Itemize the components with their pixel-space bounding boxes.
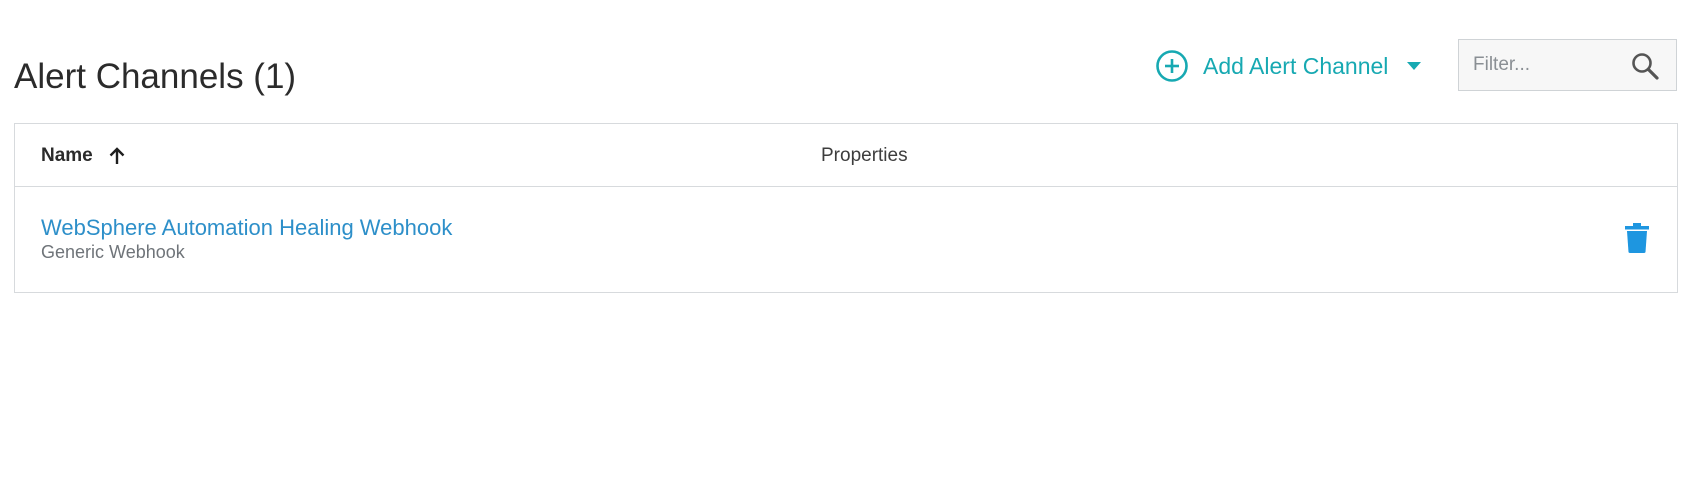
alert-channels-table: Name Properties WebSphere Automation Hea… [14,123,1678,293]
add-alert-channel-button[interactable]: Add Alert Channel [1155,46,1422,86]
plus-circle-icon [1156,50,1188,82]
arrow-up-icon [109,146,125,164]
caret-down-icon[interactable] [1406,61,1422,71]
search-icon[interactable] [1630,51,1660,81]
filter-box [1458,39,1677,91]
page-title: Alert Channels (1) [14,57,297,96]
channel-name-link[interactable]: WebSphere Automation Healing Webhook [41,215,452,241]
table-row: WebSphere Automation Healing Webhook Gen… [15,187,1677,292]
trash-icon[interactable] [1625,223,1649,253]
alert-channels-page: Alert Channels (1) Add Alert Channel Nam… [0,0,1704,482]
channel-type: Generic Webhook [41,242,185,262]
column-header-name[interactable]: Name [41,124,127,187]
add-alert-channel-label: Add Alert Channel [1203,52,1389,79]
table-header: Name Properties [15,124,1677,187]
filter-input[interactable] [1459,40,1629,90]
column-header-name-label: Name [41,144,93,166]
column-header-properties: Properties [821,144,908,166]
